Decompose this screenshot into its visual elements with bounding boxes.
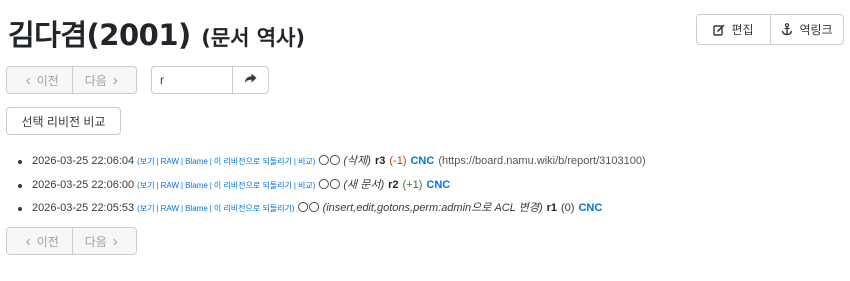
editor-name[interactable]: CNC xyxy=(426,179,450,191)
revision-author: 〇〇 xyxy=(318,178,341,191)
chevron-right-icon: › xyxy=(112,71,118,89)
revision-link[interactable]: 비교 xyxy=(298,157,313,166)
revision-date: 2026-03-25 22:06:04 xyxy=(32,155,135,167)
revision-list: 2026-03-25 22:06:04 (보기 | RAW | Blame | 이 리비전으로… xyxy=(18,150,646,221)
revision-link[interactable]: Blame xyxy=(185,181,208,190)
prev-page-button[interactable]: ‹ 이전 xyxy=(7,67,72,93)
pager-bottom: ‹ 이전 다음 › xyxy=(6,227,137,255)
backlinks-label: 역링크 xyxy=(799,23,833,37)
revision-search-input[interactable]: r xyxy=(152,67,232,93)
page-title: 김다겸(2001) (문서 역사) xyxy=(8,12,305,54)
revision-link[interactable]: 보기 xyxy=(140,204,155,213)
revision-item: 2026-03-25 22:06:00 (보기 | RAW | Blame | 이 리비전으로… xyxy=(18,174,646,198)
next-label: 다음 xyxy=(84,73,107,88)
edit-summary: (새 문서) xyxy=(343,178,385,191)
backlinks-button[interactable]: 역링크 xyxy=(770,15,843,44)
revision-author: 〇〇 xyxy=(297,202,320,214)
revision-item: 2026-03-25 22:06:04 (보기 | RAW | Blame | 이 리비전으로… xyxy=(18,150,646,174)
next-page-button-bottom[interactable]: 다음 › xyxy=(71,228,136,254)
share-arrow-icon xyxy=(244,71,257,89)
revision-link[interactable]: 이 리비전으로 되돌리기 xyxy=(214,204,292,213)
go-button[interactable] xyxy=(232,67,268,93)
edit-icon xyxy=(713,24,725,36)
chevron-left-icon: ‹ xyxy=(25,71,31,89)
edit-summary: (삭제) xyxy=(343,155,371,167)
compare-revisions-button[interactable]: 선택 리비전 비교 xyxy=(6,107,121,135)
revision-link[interactable]: Blame xyxy=(185,157,208,166)
document-actions: 편집 역링크 xyxy=(696,14,844,45)
revision-link[interactable]: Blame xyxy=(185,204,208,213)
revision-number: r1 xyxy=(546,202,558,214)
anchor-icon xyxy=(781,23,793,36)
pager-top: ‹ 이전 다음 › xyxy=(6,66,137,94)
revision-link[interactable]: 이 리비전으로 되돌리기 xyxy=(214,157,292,166)
revision-author: 〇〇 xyxy=(318,155,341,167)
revision-link[interactable]: 비교 xyxy=(298,181,313,190)
revision-search: r xyxy=(151,66,269,94)
revision-number: r2 xyxy=(388,178,399,191)
edit-reason: (https://board.namu.wiki/b/report/310310… xyxy=(438,155,646,167)
revision-link[interactable]: RAW xyxy=(161,204,179,213)
revision-link[interactable]: 이 리비전으로 되돌리기 xyxy=(214,181,292,190)
revision-date: 2026-03-25 22:05:53 xyxy=(32,202,135,214)
edit-button[interactable]: 편집 xyxy=(697,15,770,44)
editor-name[interactable]: CNC xyxy=(410,155,434,167)
byte-change: (+1) xyxy=(402,178,423,191)
edit-summary: (insert,edit,gotons,perm:admin으로 ACL 변경) xyxy=(322,202,543,214)
next-label: 다음 xyxy=(84,234,107,249)
revision-number: r3 xyxy=(374,155,386,167)
revision-links: (보기 | RAW | Blame | 이 리비전으로 되돌리기 | 비교) xyxy=(137,180,316,190)
edit-label: 편집 xyxy=(731,23,754,37)
byte-change: (-1) xyxy=(389,155,407,167)
revision-date: 2026-03-25 22:06:00 xyxy=(32,178,135,191)
revision-links: (보기 | RAW | Blame | 이 리비전으로 되돌리기) xyxy=(137,204,295,213)
chevron-right-icon: › xyxy=(112,232,118,250)
editor-name[interactable]: CNC xyxy=(578,202,602,214)
prev-page-button-bottom[interactable]: ‹ 이전 xyxy=(7,228,72,254)
revision-link[interactable]: RAW xyxy=(161,181,179,190)
revision-links: (보기 | RAW | Blame | 이 리비전으로 되돌리기 | 비교) xyxy=(137,157,316,166)
prev-label: 이전 xyxy=(36,73,59,88)
document-title: 김다겸(2001) xyxy=(8,18,191,52)
prev-label: 이전 xyxy=(36,234,59,249)
next-page-button[interactable]: 다음 › xyxy=(71,67,136,93)
page-subtitle: (문서 역사) xyxy=(201,26,306,50)
chevron-left-icon: ‹ xyxy=(25,232,31,250)
revision-link[interactable]: 보기 xyxy=(140,157,155,166)
revision-link[interactable]: RAW xyxy=(161,157,179,166)
revision-link[interactable]: 보기 xyxy=(140,181,155,190)
revision-item: 2026-03-25 22:05:53 (보기 | RAW | Blame | 이 리비전으로… xyxy=(18,197,646,221)
byte-change: (0) xyxy=(561,202,575,214)
